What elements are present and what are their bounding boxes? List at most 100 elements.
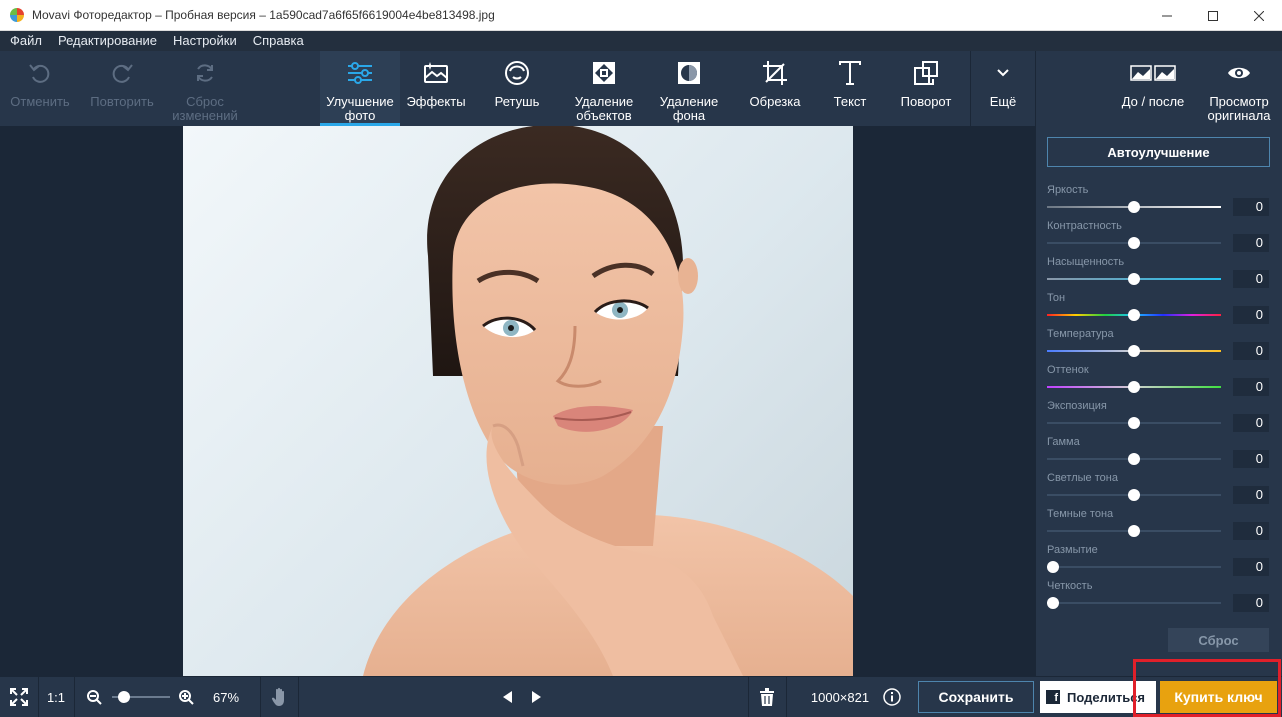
delete-button[interactable] xyxy=(752,677,782,717)
zoom-out-button[interactable] xyxy=(84,677,104,717)
fit-to-screen-button[interactable] xyxy=(2,677,36,717)
slider-row: Температура 0 xyxy=(1047,328,1272,364)
buy-key-button[interactable]: Купить ключ xyxy=(1160,681,1277,713)
slider-handle[interactable] xyxy=(1128,489,1140,501)
crop-icon xyxy=(763,61,787,85)
hand-icon xyxy=(271,687,284,706)
reset-changes-button[interactable]: Сброс изменений xyxy=(166,51,244,126)
slider-handle[interactable] xyxy=(1128,237,1140,249)
remove-background-icon xyxy=(678,62,700,84)
slider-label: Контрастность xyxy=(1047,220,1122,232)
slider-handle[interactable] xyxy=(1128,381,1140,393)
slider-track[interactable] xyxy=(1047,566,1221,568)
reset-button[interactable]: Сброс xyxy=(1168,628,1269,652)
hand-tool-button[interactable] xyxy=(266,677,294,717)
before-after-button[interactable]: До / после xyxy=(1114,51,1192,126)
previous-image-button[interactable] xyxy=(496,677,518,717)
tab-crop-label: Обрезка xyxy=(749,94,801,109)
refresh-icon xyxy=(197,64,213,82)
image-dimensions: 1000×821 xyxy=(810,689,870,705)
before-after-icon xyxy=(1130,65,1176,81)
tab-rotate[interactable]: Поворот xyxy=(890,51,962,126)
slider-value-input[interactable]: 0 xyxy=(1233,342,1269,360)
info-icon xyxy=(883,688,901,706)
slider-row: Светлые тона 0 xyxy=(1047,472,1272,508)
chevron-down-icon xyxy=(997,69,1009,77)
sliders-icon xyxy=(348,62,372,84)
more-button[interactable]: Ещё xyxy=(972,51,1034,126)
tab-retouch[interactable]: Ретушь xyxy=(482,51,552,126)
tab-text[interactable]: Текст xyxy=(818,51,882,126)
slider-handle[interactable] xyxy=(1128,309,1140,321)
view-original-label: Просмотр оригинала xyxy=(1207,94,1271,123)
menu-edit[interactable]: Редактирование xyxy=(50,31,165,51)
slider-label: Тон xyxy=(1047,292,1066,304)
tab-enhance-photo[interactable]: Улучшение фото xyxy=(320,51,400,126)
bottom-bar: 1:1 67% 1000×821 Сохранить f Поделиться … xyxy=(0,676,1282,717)
tab-remove-objects[interactable]: Удаление объектов xyxy=(564,51,644,126)
face-icon xyxy=(505,61,529,85)
info-button[interactable] xyxy=(880,677,904,717)
tab-crop[interactable]: Обрезка xyxy=(740,51,810,126)
slider-row: Гамма 0 xyxy=(1047,436,1272,472)
menu-settings[interactable]: Настройки xyxy=(165,31,245,51)
next-image-button[interactable] xyxy=(526,677,548,717)
zoom-slider-handle[interactable] xyxy=(117,691,130,703)
tab-effects[interactable]: Эффекты xyxy=(400,51,472,126)
app-logo-icon xyxy=(10,8,24,22)
slider-value-input[interactable]: 0 xyxy=(1233,378,1269,396)
slider-value-input[interactable]: 0 xyxy=(1233,234,1269,252)
toolbar: Отменить Повторить Сброс изменений Улучш… xyxy=(0,51,1282,126)
arrow-right-icon xyxy=(532,691,541,703)
view-original-button[interactable]: Просмотр оригинала xyxy=(1200,51,1278,126)
window-controls xyxy=(1144,0,1282,31)
slider-handle[interactable] xyxy=(1047,561,1059,573)
trash-icon xyxy=(760,688,774,706)
slider-handle[interactable] xyxy=(1128,273,1140,285)
undo-icon xyxy=(29,64,50,83)
slider-value-input[interactable]: 0 xyxy=(1233,522,1269,540)
close-icon xyxy=(1254,10,1264,21)
menu-help[interactable]: Справка xyxy=(245,31,312,51)
slider-label: Температура xyxy=(1047,328,1114,340)
close-button[interactable] xyxy=(1236,0,1282,31)
slider-row: Четкость 0 xyxy=(1047,580,1272,616)
slider-value-input[interactable]: 0 xyxy=(1233,594,1269,612)
redo-button[interactable]: Повторить xyxy=(84,51,160,126)
zoom-out-icon xyxy=(87,690,102,705)
zoom-level: 67% xyxy=(212,689,240,705)
slider-handle[interactable] xyxy=(1128,525,1140,537)
actual-size-button[interactable]: 1:1 xyxy=(40,677,72,717)
undo-button[interactable]: Отменить xyxy=(4,51,76,126)
slider-handle[interactable] xyxy=(1128,417,1140,429)
slider-value-input[interactable]: 0 xyxy=(1233,306,1269,324)
slider-handle[interactable] xyxy=(1128,453,1140,465)
slider-track[interactable] xyxy=(1047,602,1221,604)
canvas-area[interactable] xyxy=(0,126,1035,676)
slider-value-input[interactable]: 0 xyxy=(1233,270,1269,288)
movavi-photo-editor: Movavi Фоторедактор – Пробная версия – 1… xyxy=(0,0,1282,717)
zoom-in-button[interactable] xyxy=(176,677,196,717)
slider-value-input[interactable]: 0 xyxy=(1233,414,1269,432)
maximize-icon xyxy=(1208,10,1218,21)
minimize-button[interactable] xyxy=(1144,0,1190,31)
slider-value-input[interactable]: 0 xyxy=(1233,198,1269,216)
slider-value-input[interactable]: 0 xyxy=(1233,558,1269,576)
maximize-button[interactable] xyxy=(1190,0,1236,31)
slider-value-input[interactable]: 0 xyxy=(1233,486,1269,504)
menu-file[interactable]: Файл xyxy=(2,31,50,51)
tab-effects-label: Эффекты xyxy=(406,94,466,109)
text-icon xyxy=(839,61,861,85)
slider-handle[interactable] xyxy=(1047,597,1059,609)
slider-handle[interactable] xyxy=(1128,201,1140,213)
tab-remove-background[interactable]: Удаление фона xyxy=(650,51,728,126)
bottom-divider xyxy=(748,677,749,717)
share-button[interactable]: f Поделиться xyxy=(1040,681,1156,713)
auto-enhance-button[interactable]: Автоулучшение xyxy=(1047,137,1270,167)
slider-value-input[interactable]: 0 xyxy=(1233,450,1269,468)
slider-handle[interactable] xyxy=(1128,345,1140,357)
tab-remove-background-label: Удаление фона xyxy=(659,94,719,123)
slider-row: Насыщенность 0 xyxy=(1047,256,1272,292)
arrow-left-icon xyxy=(503,691,512,703)
save-button[interactable]: Сохранить xyxy=(918,681,1034,713)
